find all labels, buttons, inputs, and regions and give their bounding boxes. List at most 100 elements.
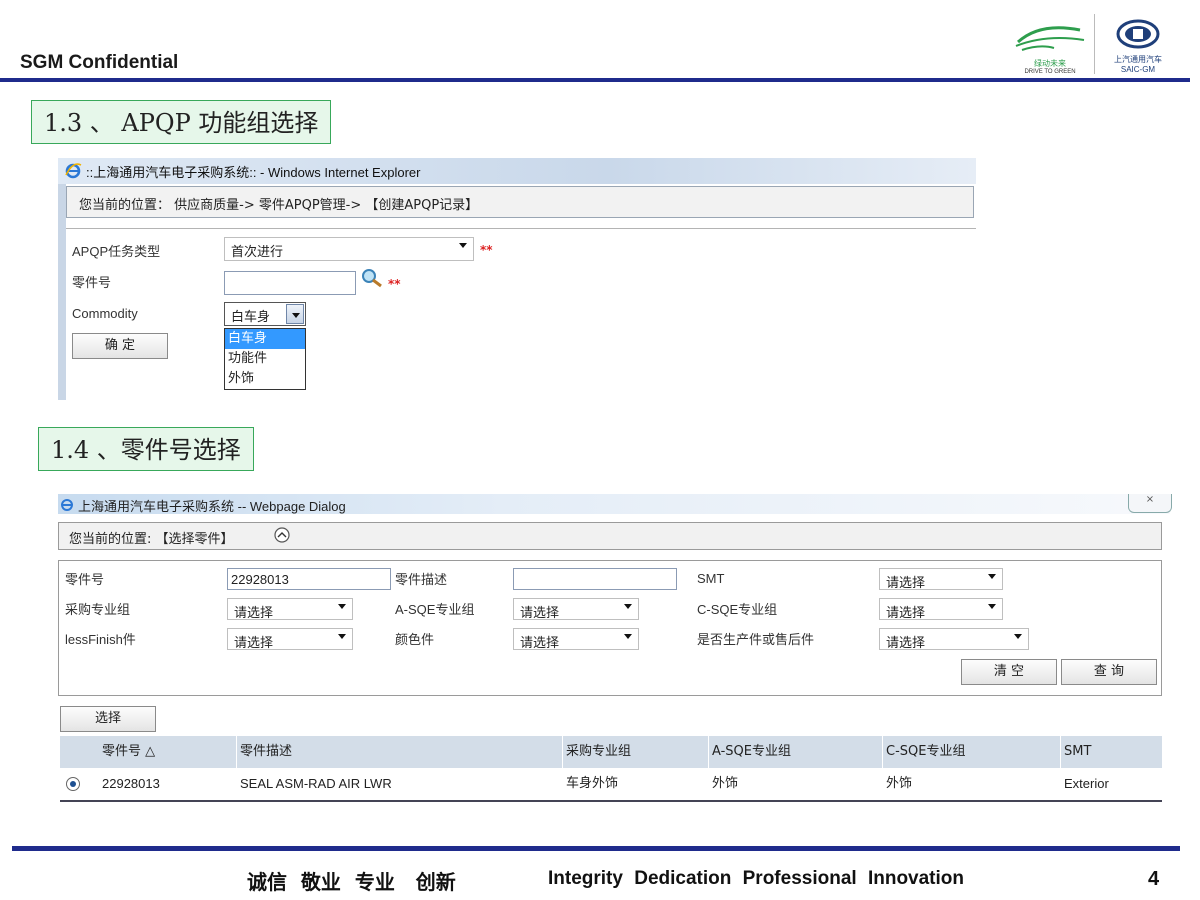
color-part-label: 颜色件 — [395, 633, 435, 648]
header-part-desc[interactable]: 零件描述 — [238, 736, 292, 768]
logo-text-cn: 绿动未来 — [1034, 59, 1066, 68]
lessfinish-label: lessFinish件 — [65, 632, 136, 647]
asqe-select[interactable]: 请选择 — [513, 598, 639, 621]
clear-button[interactable]: 清 空 — [961, 659, 1057, 685]
breadcrumb-text: 您当前的位置： 供应商质量-> 零件APQP管理-> 【创建APQP记录】 — [79, 198, 479, 213]
aftersale-select[interactable]: 请选择 — [879, 628, 1029, 651]
ie-window: ::上海通用汽车电子采购系统:: - Windows Internet Expl… — [58, 158, 976, 400]
ie-logo-icon — [61, 499, 73, 511]
purchase-group-label: 采购专业组 — [65, 603, 131, 618]
drive-to-green-logo: 绿动未来 DRIVE TO GREEN — [1010, 18, 1090, 75]
select-button[interactable]: 选择 — [60, 706, 156, 732]
option-exterior[interactable]: 外饰 — [225, 369, 305, 389]
query-button[interactable]: 查 询 — [1061, 659, 1157, 685]
row-radio[interactable] — [66, 777, 80, 791]
csqe-value: 请选择 — [886, 606, 926, 621]
header-divider — [0, 78, 1190, 82]
commodity-options-list: 白车身 功能件 外饰 — [224, 328, 306, 390]
page-number: 4 — [1148, 868, 1160, 890]
commodity-select[interactable]: 白车身 — [224, 302, 306, 326]
header-part-no[interactable]: 零件号 △ — [100, 736, 155, 768]
header-csqe-group[interactable]: C-SQE专业组 — [884, 736, 965, 768]
asqe-label: A-SQE专业组 — [395, 602, 475, 617]
task-type-label: APQP任务类型 — [72, 244, 161, 259]
close-button[interactable]: × — [1128, 494, 1172, 513]
lessfinish-select[interactable]: 请选择 — [227, 628, 353, 651]
collapse-up-icon[interactable] — [273, 526, 291, 544]
column-divider — [1060, 736, 1061, 768]
chevron-down-icon — [459, 243, 467, 248]
task-type-select[interactable]: 首次进行 — [224, 237, 474, 261]
required-mark: ** — [480, 243, 493, 257]
confidential-label: SGM Confidential — [20, 52, 179, 73]
header-asqe-group[interactable]: A-SQE专业组 — [710, 736, 791, 768]
dialog-breadcrumb: 您当前的位置: 【选择零件】 — [58, 522, 1162, 550]
column-divider — [562, 736, 563, 768]
chevron-down-icon — [988, 604, 996, 609]
header-purchase-group[interactable]: 采购专业组 — [564, 736, 631, 768]
chevron-down-icon — [338, 634, 346, 639]
chevron-down-icon — [988, 574, 996, 579]
window-frame — [58, 184, 66, 400]
part-no-label: 零件号 — [72, 276, 112, 291]
logo-text-en: SAIC-GM — [1120, 65, 1156, 74]
saic-gm-logo: 上汽通用汽车 SAIC-GM — [1102, 18, 1174, 74]
logo-separator — [1094, 14, 1095, 74]
required-mark: ** — [388, 277, 401, 291]
option-white-body[interactable]: 白车身 — [225, 329, 305, 349]
logo-text-en: DRIVE TO GREEN — [1024, 69, 1076, 75]
cell-purchase-group: 车身外饰 — [566, 776, 619, 791]
values-chinese: 诚信 敬业 专业 创新 — [247, 870, 456, 894]
chevron-down-icon — [624, 604, 632, 609]
lessfinish-value: 请选择 — [234, 636, 274, 651]
chevron-down-icon — [1014, 634, 1022, 639]
car-swoosh-icon — [1015, 26, 1085, 51]
asqe-value: 请选择 — [520, 606, 560, 621]
part-no-input[interactable]: 22928013 — [227, 568, 391, 590]
column-divider — [882, 736, 883, 768]
cell-smt: Exterior — [1064, 776, 1109, 791]
logo-text-cn: 上汽通用汽车 — [1114, 55, 1162, 64]
smt-select[interactable]: 请选择 — [879, 568, 1003, 591]
window-titlebar: ::上海通用汽车电子采购系统:: - Windows Internet Expl… — [58, 158, 976, 184]
breadcrumb: 您当前的位置： 供应商质量-> 零件APQP管理-> 【创建APQP记录】 — [66, 186, 974, 218]
close-icon: × — [1145, 494, 1155, 505]
header-smt[interactable]: SMT — [1062, 736, 1091, 768]
webpage-dialog: 上海通用汽车电子采购系统 -- Webpage Dialog × 您当前的位置:… — [58, 494, 1172, 814]
table-row[interactable]: 22928013 SEAL ASM-RAD AIR LWR 车身外饰 外饰 外饰… — [60, 768, 1162, 802]
dialog-titlebar: 上海通用汽车电子采购系统 -- Webpage Dialog — [58, 494, 1170, 514]
chevron-down-icon — [292, 313, 300, 318]
smt-value: 请选择 — [886, 576, 926, 591]
task-type-value: 首次进行 — [231, 245, 284, 260]
ie-logo-icon — [65, 163, 82, 179]
aftersale-value: 请选择 — [886, 636, 926, 651]
option-functional-part[interactable]: 功能件 — [225, 349, 305, 369]
smt-label: SMT — [697, 571, 725, 586]
part-desc-label: 零件描述 — [395, 573, 448, 588]
part-no-input[interactable] — [224, 271, 356, 295]
purchase-group-select[interactable]: 请选择 — [227, 598, 353, 621]
color-part-value: 请选择 — [520, 636, 560, 651]
breadcrumb-text: 您当前的位置: 【选择零件】 — [69, 532, 234, 547]
column-divider — [708, 736, 709, 768]
dropdown-button[interactable] — [286, 304, 304, 324]
search-icon[interactable] — [360, 267, 384, 289]
results-table: 零件号 △ 零件描述 采购专业组 A-SQE专业组 C-SQE专业组 SMT 2… — [60, 736, 1162, 802]
table-header-row: 零件号 △ 零件描述 采购专业组 A-SQE专业组 C-SQE专业组 SMT — [60, 736, 1162, 768]
cell-asqe-group: 外饰 — [712, 776, 739, 791]
csqe-select[interactable]: 请选择 — [879, 598, 1003, 621]
saic-gm-emblem-icon — [1116, 19, 1160, 49]
window-title: ::上海通用汽车电子采购系统:: - Windows Internet Expl… — [86, 165, 421, 180]
part-no-value: 22928013 — [231, 572, 289, 587]
cell-csqe-group: 外饰 — [886, 776, 913, 791]
cell-part-desc: SEAL ASM-RAD AIR LWR — [240, 776, 392, 791]
commodity-label: Commodity — [72, 306, 138, 321]
confirm-button[interactable]: 确 定 — [72, 333, 168, 359]
chevron-down-icon — [338, 604, 346, 609]
chevron-down-icon — [624, 634, 632, 639]
section-title-1-4: 1.4 、零件号选择 — [38, 427, 254, 471]
values-english: Integrity Dedication Professional Innova… — [548, 868, 964, 889]
part-desc-input[interactable] — [513, 568, 677, 590]
color-part-select[interactable]: 请选择 — [513, 628, 639, 651]
column-divider — [236, 736, 237, 768]
